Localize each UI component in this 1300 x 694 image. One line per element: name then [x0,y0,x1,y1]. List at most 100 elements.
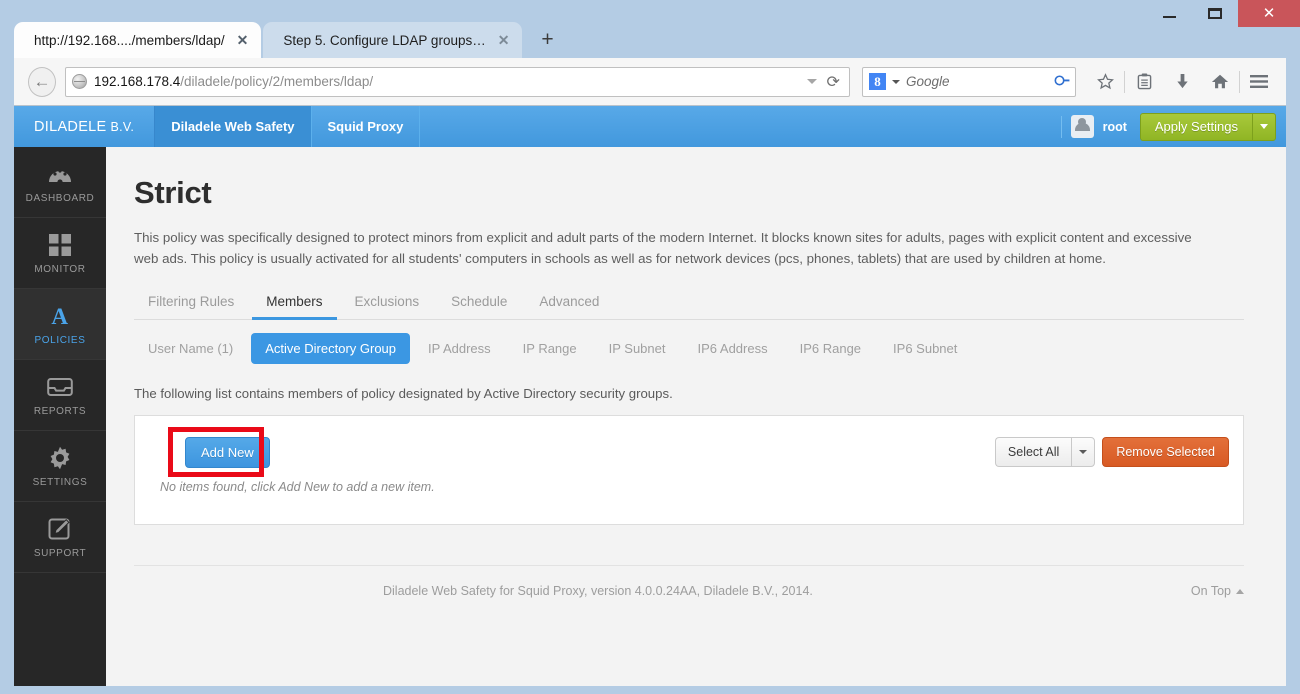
window-titlebar: http://192.168..../members/ldap/ ✕ Step … [0,0,1300,58]
chevron-down-icon[interactable] [891,79,900,84]
nav-item-squid-proxy[interactable]: Squid Proxy [312,106,421,147]
apply-settings-group: Apply Settings [1139,112,1276,141]
divider [1060,115,1062,138]
new-tab-button[interactable]: + [530,25,564,55]
policy-tabs: Filtering Rules Members Exclusions Sched… [134,287,1244,320]
dashboard-gauge-icon [47,161,73,187]
tab-ip-address[interactable]: IP Address [414,333,505,364]
pencil-square-icon [48,516,72,542]
highlight-box [168,427,264,477]
sidebar-item-support[interactable]: SUPPORT [14,502,106,573]
tab-exclusions[interactable]: Exclusions [341,287,434,320]
close-icon[interactable]: ✕ [235,32,251,49]
app-nav: Diladele Web Safety Squid Proxy [154,106,421,147]
address-bar[interactable]: 192.168.178.4/diladele/policy/2/members/… [64,66,850,97]
panel-toolbar: Add New Select All Remove Selected [135,416,1243,477]
inbox-tray-icon [47,374,73,400]
browser-tab-title: http://192.168..../members/ldap/ [34,32,225,48]
gear-icon [48,445,72,471]
footer-text: Diladele Web Safety for Squid Proxy, ver… [383,584,813,598]
tab-schedule[interactable]: Schedule [437,287,521,320]
close-icon[interactable]: ✕ [496,32,512,49]
chevron-up-icon [1235,588,1244,594]
select-all-split-button: Select All [994,437,1096,467]
minimize-button[interactable] [1146,0,1192,27]
address-bar-actions: ⟳ [806,72,843,92]
sidebar-item-label: MONITOR [34,263,86,275]
main-content: Strict This policy was specifically desi… [106,147,1286,686]
browser-tab-inactive[interactable]: Step 5. Configure LDAP groups… ✕ [263,22,523,58]
app-header: DILADELE B.V. Diladele Web Safety Squid … [14,106,1286,147]
sidebar-item-dashboard[interactable]: DASHBOARD [14,147,106,218]
address-bar-text: 192.168.178.4/diladele/policy/2/members/… [94,74,373,89]
tab-ip6-subnet[interactable]: IP6 Subnet [879,333,971,364]
sidebar-item-label: POLICIES [34,334,86,346]
avatar[interactable] [1070,115,1094,138]
sidebar: DASHBOARD MONITOR A POLICIES REPORTS SET… [14,147,106,686]
tab-ip6-address[interactable]: IP6 Address [684,333,782,364]
sidebar-item-monitor[interactable]: MONITOR [14,218,106,289]
sidebar-item-reports[interactable]: REPORTS [14,360,106,431]
app-header-right: root Apply Settings [1060,106,1286,147]
page-description: This policy was specifically designed to… [134,230,1192,266]
maximize-button[interactable] [1192,0,1238,27]
members-panel: Add New Select All Remove Selected No it… [134,415,1244,525]
sidebar-item-label: SETTINGS [32,476,88,488]
sidebar-item-label: DASHBOARD [25,192,95,204]
search-input[interactable]: 8 Google [861,66,1076,97]
tab-members[interactable]: Members [252,287,337,320]
window-controls: ✕ [1146,0,1300,27]
brand-name: DILADELE [34,118,107,135]
bookmark-star-icon[interactable] [1086,65,1124,99]
chevron-down-icon[interactable] [806,79,817,84]
letter-a-icon: A [48,303,72,329]
url-host: 192.168.178.4 [93,74,181,89]
sidebar-item-label: SUPPORT [33,547,87,559]
downloads-icon[interactable] [1163,65,1201,99]
tab-user-name[interactable]: User Name (1) [134,333,247,364]
tab-ip-subnet[interactable]: IP Subnet [595,333,680,364]
apply-settings-button[interactable]: Apply Settings [1139,112,1252,141]
tab-filtering-rules[interactable]: Filtering Rules [134,287,248,320]
svg-text:A: A [51,304,68,328]
close-button[interactable]: ✕ [1238,0,1300,27]
sidebar-item-settings[interactable]: SETTINGS [14,431,106,502]
page-viewport: DILADELE B.V. Diladele Web Safety Squid … [14,106,1286,686]
globe-icon [71,74,87,89]
app-logo[interactable]: DILADELE B.V. [14,106,154,147]
browser-toolbar: ← 192.168.178.4/diladele/policy/2/member… [14,58,1286,106]
add-new-wrapper: Add New [160,421,272,483]
nav-item-diladele-web-safety[interactable]: Diladele Web Safety [154,106,312,147]
page-footer: Diladele Web Safety for Squid Proxy, ver… [134,565,1244,598]
select-all-button[interactable]: Select All [994,437,1072,467]
browser-tab-title: Step 5. Configure LDAP groups… [283,32,486,48]
on-top-link[interactable]: On Top [1191,584,1244,598]
search-placeholder: Google [905,74,950,89]
on-top-label: On Top [1190,584,1231,598]
empty-state-message: No items found, click Add New to add a n… [160,480,435,494]
browser-tab-strip: http://192.168..../members/ldap/ ✕ Step … [14,22,564,58]
reload-icon[interactable]: ⟳ [827,72,840,92]
list-intro-text: The following list contains members of p… [134,386,673,401]
chevron-down-icon[interactable] [1071,437,1096,467]
browser-window: http://192.168..../members/ldap/ ✕ Step … [0,0,1300,694]
home-icon[interactable] [1201,65,1239,99]
chevron-down-icon[interactable] [1252,112,1276,141]
tab-advanced[interactable]: Advanced [525,287,613,320]
menu-icon[interactable] [1240,65,1278,99]
remove-selected-button[interactable]: Remove Selected [1102,437,1229,467]
back-button[interactable]: ← [28,66,56,97]
tab-active-directory-group[interactable]: Active Directory Group [251,333,411,364]
search-engine-icon: 8 [868,73,886,90]
tab-ip6-range[interactable]: IP6 Range [786,333,875,364]
page-title: Strict [134,175,212,210]
tab-ip-range[interactable]: IP Range [509,333,591,364]
url-path: /diladele/policy/2/members/ldap/ [180,74,374,89]
search-icon[interactable] [1051,71,1073,93]
sidebar-item-policies[interactable]: A POLICIES [14,289,106,360]
browser-toolbar-icons [1086,65,1278,99]
reading-list-icon[interactable] [1125,65,1163,99]
browser-tab-active[interactable]: http://192.168..../members/ldap/ ✕ [14,22,262,58]
grid-squares-icon [49,232,71,258]
app-body: DASHBOARD MONITOR A POLICIES REPORTS SET… [14,147,1286,686]
